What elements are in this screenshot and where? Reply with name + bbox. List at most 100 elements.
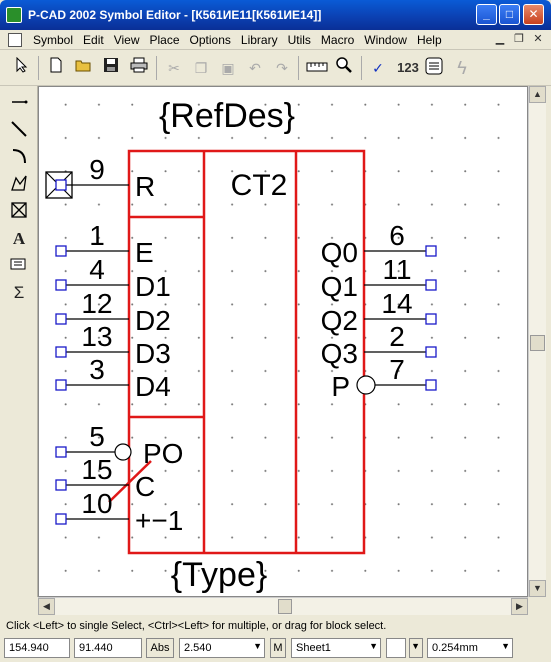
menu-bar: Symbol Edit View Place Options Library U… [0, 30, 551, 50]
grid-value: 2.540 [184, 642, 212, 654]
left-pin-1[interactable]: 1E [55, 220, 154, 268]
doc-minimize-icon[interactable]: ▁ [492, 32, 508, 47]
open-icon[interactable] [72, 56, 96, 80]
doc-close-icon[interactable]: ✕ [530, 32, 546, 47]
y-coordinate[interactable]: 91.440 [74, 638, 142, 658]
menu-symbol[interactable]: Symbol [28, 32, 78, 48]
vertical-scrollbar[interactable]: ▲ ▼ [528, 86, 546, 597]
pin-name: C [135, 471, 155, 502]
doc-restore-icon[interactable]: ❐ [511, 32, 527, 47]
menu-place[interactable]: Place [145, 32, 185, 48]
drawing-canvas[interactable]: {RefDes} {Type} CT2 9 R 1 E 4 D1 12 D2 13 D3 3 D4 5 P… [38, 86, 528, 597]
menu-edit[interactable]: Edit [78, 32, 109, 48]
zoom-icon[interactable] [332, 56, 356, 80]
minimize-button[interactable]: _ [476, 4, 497, 25]
inversion-bubble [114, 443, 132, 461]
right-pins: 6 Q0 11 Q1 14 Q2 2 Q3 7 P [321, 220, 437, 402]
chevron-down-icon: ▼ [501, 641, 510, 651]
pin-name: D4 [135, 371, 171, 402]
toolbar-separator [361, 56, 362, 80]
scroll-right-icon[interactable]: ▶ [511, 598, 528, 615]
sheet-value: Sheet1 [296, 642, 331, 654]
place-text-icon[interactable]: A [8, 228, 30, 250]
paste-icon[interactable]: ▣ [216, 56, 240, 80]
vertical-scroll-thumb[interactable] [530, 335, 545, 351]
window-title: P-CAD 2002 Symbol Editor - [К561ИЕ11[К56… [28, 8, 322, 22]
place-polygon-icon[interactable] [8, 174, 30, 196]
left-pins: 9R1E4D112D213D33D45PO15C10+−1 [45, 154, 183, 536]
copy-icon[interactable]: ❐ [189, 56, 213, 80]
x-coordinate[interactable]: 154.940 [4, 638, 70, 658]
pin-connection-square [425, 346, 437, 358]
left-pin-10[interactable]: 10 +−1 [55, 488, 183, 536]
toolbar: ✂ ❐ ▣ ↶ ↷ ✓ 123 ϟ [0, 50, 551, 86]
placement-toolbar: A Σ [0, 86, 38, 597]
color-swatch[interactable] [386, 638, 406, 658]
scroll-down-icon[interactable]: ▼ [529, 580, 546, 597]
place-field-icon[interactable] [8, 201, 30, 223]
chevron-down-icon: ▼ [253, 641, 262, 651]
pin-name: D3 [135, 338, 171, 369]
layers-icon[interactable] [422, 56, 446, 80]
close-button[interactable]: ✕ [523, 4, 544, 25]
cut-icon[interactable]: ✂ [162, 56, 186, 80]
pin-number: 4 [89, 254, 105, 285]
place-pin-icon[interactable] [8, 93, 30, 115]
abs-button[interactable]: Abs [146, 638, 174, 658]
menu-utils[interactable]: Utils [283, 32, 316, 48]
print-icon[interactable] [127, 56, 151, 80]
pin-name: R [135, 171, 155, 202]
document-icon[interactable] [8, 33, 22, 47]
sheet-select[interactable]: Sheet1 ▼ [291, 638, 381, 658]
place-line-icon[interactable] [8, 120, 30, 142]
lightning-icon[interactable]: ϟ [450, 56, 474, 80]
menu-library[interactable]: Library [236, 32, 283, 48]
pin-number: 9 [89, 154, 105, 185]
new-icon[interactable] [44, 56, 68, 80]
pin-name: E [135, 237, 154, 268]
menu-view[interactable]: View [109, 32, 145, 48]
function-label: CT2 [231, 169, 288, 202]
left-pin-9[interactable]: 9R [45, 154, 155, 202]
redo-icon[interactable]: ↷ [270, 56, 294, 80]
menu-options[interactable]: Options [185, 32, 236, 48]
left-pin-5[interactable]: 5 PO [55, 421, 183, 469]
right-pin-6[interactable]: 6 Q0 [321, 220, 437, 268]
line-width-select[interactable]: 0.254mm ▼ [427, 638, 513, 658]
m-button[interactable]: M [270, 638, 286, 658]
pin-connection-square [55, 313, 67, 325]
pin-connection-square [425, 245, 437, 257]
pin-name: Q2 [321, 305, 358, 336]
scroll-left-icon[interactable]: ◀ [38, 598, 55, 615]
undo-icon[interactable]: ↶ [243, 56, 267, 80]
place-arc-icon[interactable] [8, 147, 30, 169]
grid-select[interactable]: 2.540 ▼ [179, 638, 265, 658]
place-attribute-icon[interactable] [8, 255, 30, 277]
pin-number: 1 [89, 220, 105, 251]
sum-icon[interactable]: Σ [8, 282, 30, 304]
color-picker-button[interactable]: ▼ [409, 638, 423, 658]
ruler-icon[interactable] [305, 56, 329, 80]
horizontal-scroll-thumb[interactable] [278, 599, 292, 614]
inversion-bubble [356, 375, 376, 395]
app-icon [6, 7, 22, 23]
maximize-button[interactable]: □ [499, 4, 520, 25]
toolbar-separator [38, 56, 39, 80]
menu-macro[interactable]: Macro [316, 32, 359, 48]
menu-help[interactable]: Help [412, 32, 447, 48]
chevron-down-icon: ▼ [369, 641, 378, 651]
pin-number: 3 [89, 354, 105, 385]
horizontal-scrollbar[interactable]: ◀ ▶ [38, 597, 528, 615]
renumber-button[interactable]: 123 [393, 56, 423, 80]
pin-number: 7 [389, 354, 405, 385]
select-arrow-icon[interactable] [10, 56, 34, 80]
save-icon[interactable] [99, 56, 123, 80]
pin-connection-square [55, 346, 67, 358]
pin-name: +−1 [135, 505, 183, 536]
pin-number: 13 [81, 321, 112, 352]
scroll-up-icon[interactable]: ▲ [529, 86, 546, 103]
chevron-down-icon: ▼ [411, 641, 420, 651]
check-icon[interactable]: ✓ [366, 56, 390, 80]
toolbar-separator [156, 56, 157, 80]
menu-window[interactable]: Window [359, 32, 412, 48]
